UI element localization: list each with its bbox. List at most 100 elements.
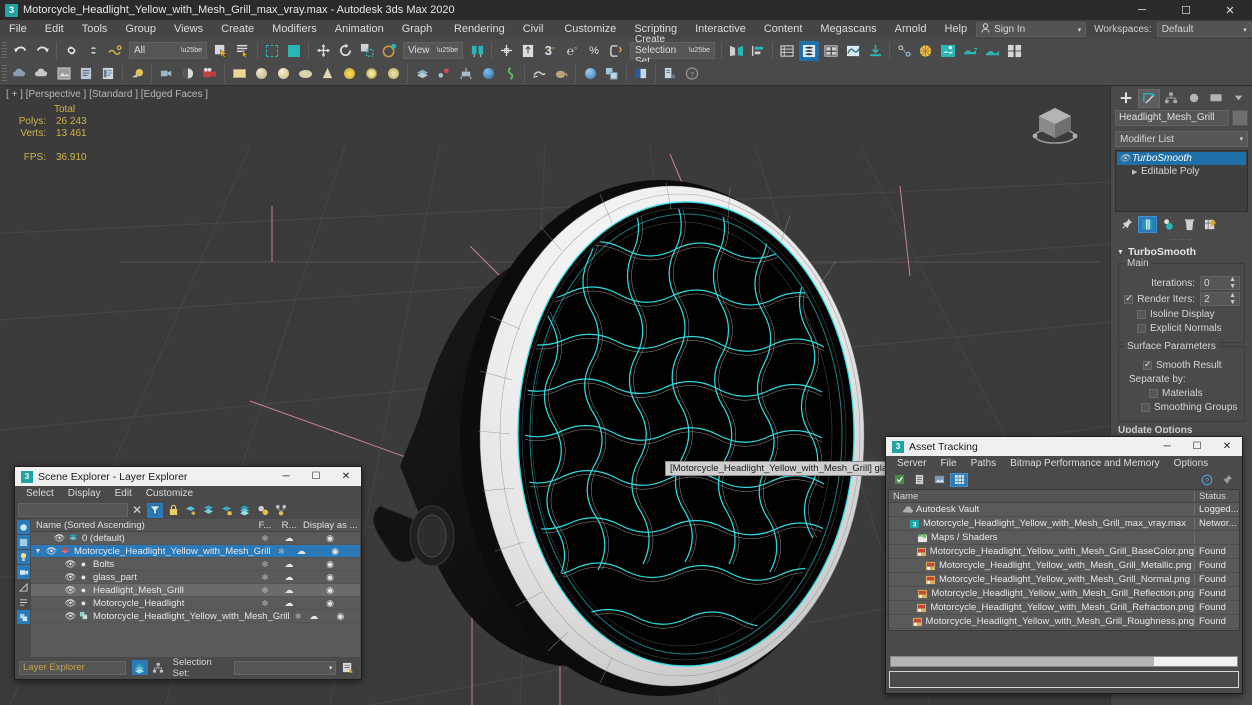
render-cell[interactable]: ☁ — [278, 559, 300, 570]
scene-explorer-window[interactable]: 3 Scene Explorer - Layer Explorer ─ ☐ ✕ … — [14, 466, 362, 680]
placement-tool-button[interactable] — [379, 41, 399, 61]
render-cell[interactable]: ☁ — [292, 546, 310, 557]
menu-animation[interactable]: Animation — [326, 20, 393, 39]
movie-camera-icon[interactable] — [200, 64, 220, 84]
properties-icon[interactable] — [660, 64, 680, 84]
render-iterative-button[interactable] — [960, 41, 980, 61]
motion-tab[interactable] — [1183, 89, 1206, 108]
smoothing-groups-row[interactable]: Smoothing Groups — [1141, 402, 1240, 413]
table-row[interactable]: 👁 0 (default) ✻ ☁ ◉ — [31, 532, 360, 545]
lock-icon[interactable] — [165, 503, 181, 518]
explorer-mode-field[interactable]: Layer Explorer — [19, 660, 127, 675]
select-and-rotate-button[interactable] — [335, 41, 355, 61]
copy-object-icon[interactable] — [602, 64, 622, 84]
sphere-object-icon[interactable] — [251, 64, 271, 84]
menu-edit[interactable]: Edit — [36, 20, 73, 39]
light-bulb-icon[interactable] — [127, 64, 147, 84]
eye-icon[interactable]: 👁 — [64, 559, 77, 570]
select-and-manipulate-button[interactable] — [496, 41, 516, 61]
column-name[interactable]: Name — [889, 490, 1195, 502]
explicit-normals-checkbox[interactable] — [1137, 324, 1146, 333]
display-as-cell[interactable]: ◉ — [310, 546, 360, 557]
menu-help[interactable]: Help — [935, 20, 976, 39]
menu-bitmap-performance[interactable]: Bitmap Performance and Memory — [1003, 456, 1167, 471]
select-and-link-button[interactable] — [61, 41, 81, 61]
render-frame-window-button[interactable] — [916, 41, 936, 61]
geometry-filter-icon[interactable] — [17, 535, 30, 549]
modifier-stack-item-turbosmooth[interactable]: 👁 TurboSmooth — [1117, 152, 1246, 165]
unlink-selection-button[interactable] — [83, 41, 103, 61]
list-view-icon[interactable] — [910, 473, 928, 487]
isoline-display-checkbox[interactable] — [1137, 310, 1146, 319]
green-helix-icon[interactable] — [500, 64, 520, 84]
search-input[interactable] — [18, 503, 128, 517]
document-icon[interactable] — [76, 64, 96, 84]
chevron-right-icon[interactable]: ▶ — [1132, 168, 1141, 176]
asset-tracking-window[interactable]: 3 Asset Tracking ─ ☐ ✕ Server File Paths… — [885, 436, 1243, 694]
edit-named-selection-sets-icon[interactable] — [340, 660, 356, 675]
reference-coordinate-dropdown[interactable]: View \u25be — [403, 42, 463, 59]
bind-to-space-warp-button[interactable] — [105, 41, 125, 61]
undo-button[interactable] — [10, 41, 30, 61]
sun-light-icon[interactable] — [383, 64, 403, 84]
shapes-filter-icon[interactable] — [17, 595, 30, 609]
blue-sphere-icon[interactable] — [580, 64, 600, 84]
materials-row[interactable]: Materials — [1149, 388, 1240, 399]
menu-customize[interactable]: Customize — [139, 486, 200, 501]
sign-in-button[interactable]: Sign In ▾ — [976, 22, 1087, 37]
menu-graph-editors[interactable]: Graph Editors — [393, 20, 445, 54]
refresh-assets-icon[interactable] — [890, 473, 908, 487]
cone-object-icon[interactable] — [317, 64, 337, 84]
column-frozen[interactable]: F... — [252, 520, 278, 531]
sphere2-object-icon[interactable] — [273, 64, 293, 84]
frozen-cell[interactable]: ✻ — [252, 599, 278, 608]
menu-display[interactable]: Display — [61, 486, 108, 501]
cameras-filter-icon[interactable] — [17, 565, 30, 579]
half-sphere-icon[interactable] — [178, 64, 198, 84]
pin-window-icon[interactable] — [1218, 473, 1236, 487]
scrollbar-thumb[interactable] — [891, 657, 1154, 666]
rectangular-selection-region-button[interactable] — [262, 41, 282, 61]
redo-button[interactable] — [32, 41, 52, 61]
table-row[interactable]: 3 Motorcycle_Headlight_Yellow_with_Mesh_… — [889, 517, 1239, 531]
eye-icon[interactable]: 👁 — [64, 585, 77, 596]
menu-customize[interactable]: Customize — [555, 20, 625, 39]
help-icon[interactable]: ? — [1198, 473, 1216, 487]
menu-modifiers[interactable]: Modifiers — [263, 20, 326, 39]
render-cell[interactable]: ☁ — [278, 585, 300, 596]
scene-explorer-button[interactable] — [799, 40, 819, 61]
snaps-toggle-button[interactable] — [518, 41, 538, 61]
use-pivot-point-center-button[interactable] — [467, 41, 487, 61]
teapot-icon[interactable] — [551, 64, 571, 84]
render-iters-checkbox[interactable] — [1124, 293, 1134, 304]
open-image-icon[interactable] — [54, 64, 74, 84]
render-cell[interactable]: ☁ — [278, 572, 300, 583]
pin-stack-button[interactable] — [1117, 216, 1136, 233]
menu-rendering[interactable]: Rendering — [445, 20, 514, 39]
ellipse-object-icon[interactable] — [295, 64, 315, 84]
render-to-texture-button[interactable] — [1004, 41, 1024, 61]
frozen-cell[interactable]: ✻ — [290, 612, 307, 621]
create-selection-set-input[interactable]: Create Selection Set \u25be — [630, 34, 715, 67]
camera-target-icon[interactable] — [156, 64, 176, 84]
minimize-button[interactable]: ─ — [1152, 437, 1182, 456]
table-row[interactable]: 👁 ● Bolts ✻ ☁ ◉ — [31, 558, 360, 571]
disc-light-icon[interactable] — [361, 64, 381, 84]
eye-icon[interactable]: 👁 — [64, 572, 77, 583]
toolbar-grip[interactable] — [2, 64, 7, 83]
modifier-stack-item-editable-poly[interactable]: ▶ Editable Poly — [1117, 165, 1246, 178]
layers-icon[interactable] — [412, 64, 432, 84]
cloud-icon[interactable] — [32, 64, 52, 84]
eye-icon[interactable]: 👁 — [64, 611, 77, 622]
table-row[interactable]: Motorcycle_Headlight_Yellow_with_Mesh_Gr… — [889, 587, 1239, 601]
menu-select[interactable]: Select — [19, 486, 61, 501]
cloud-upload-icon[interactable] — [10, 64, 30, 84]
menu-megascans[interactable]: Megascans — [811, 20, 885, 39]
display-as-cell[interactable]: ◉ — [300, 572, 360, 583]
close-button[interactable]: ✕ — [1212, 437, 1242, 456]
curve-editor-button[interactable] — [843, 41, 863, 61]
helpers-filter-icon[interactable] — [17, 580, 30, 594]
table-row[interactable]: Motorcycle_Headlight_Yellow_with_Mesh_Gr… — [889, 615, 1239, 629]
menu-options[interactable]: Options — [1167, 456, 1215, 471]
modifier-list-dropdown[interactable]: Modifier List ▾ — [1115, 131, 1248, 147]
